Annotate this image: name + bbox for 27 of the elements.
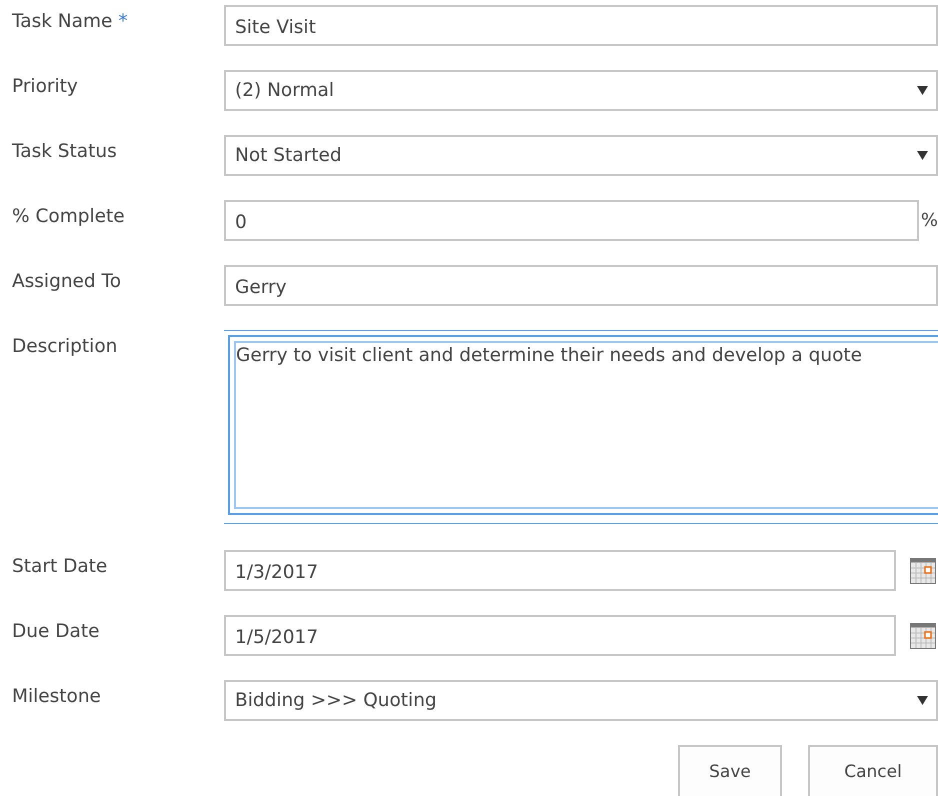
- calendar-icon[interactable]: [910, 558, 936, 584]
- number-field[interactable]: 0: [224, 200, 919, 241]
- dropdown[interactable]: Not Started: [224, 135, 938, 176]
- text-field[interactable]: Site Visit: [224, 5, 938, 46]
- field-label: Description: [12, 336, 118, 357]
- dropdown[interactable]: (2) Normal: [224, 70, 938, 111]
- field-label: Milestone: [12, 686, 101, 707]
- caret-icon: [917, 151, 928, 160]
- field-label: Task Name: [12, 11, 112, 32]
- date-field[interactable]: 1/5/2017: [224, 615, 896, 656]
- caret-icon: [917, 696, 928, 705]
- required-mark: *: [118, 11, 128, 32]
- field-label: Assigned To: [12, 271, 122, 292]
- save-button[interactable]: Save: [678, 745, 782, 796]
- field-label: Due Date: [12, 621, 100, 642]
- caret-icon: [917, 86, 928, 95]
- date-field[interactable]: 1/3/2017: [224, 550, 896, 591]
- percent-sign: %: [920, 210, 938, 231]
- dropdown[interactable]: Bidding >>> Quoting: [224, 680, 938, 721]
- field-label: Task Status: [12, 141, 117, 162]
- field-label: Start Date: [12, 556, 108, 577]
- description-field[interactable]: Gerry to visit client and determine their needs and develop a quote: [228, 335, 938, 515]
- field-label: Priority: [12, 76, 78, 97]
- field-label: % Complete: [12, 206, 125, 227]
- text-field[interactable]: Gerry: [224, 265, 938, 306]
- cancel-button[interactable]: Cancel: [808, 745, 938, 796]
- calendar-icon[interactable]: [910, 622, 936, 648]
